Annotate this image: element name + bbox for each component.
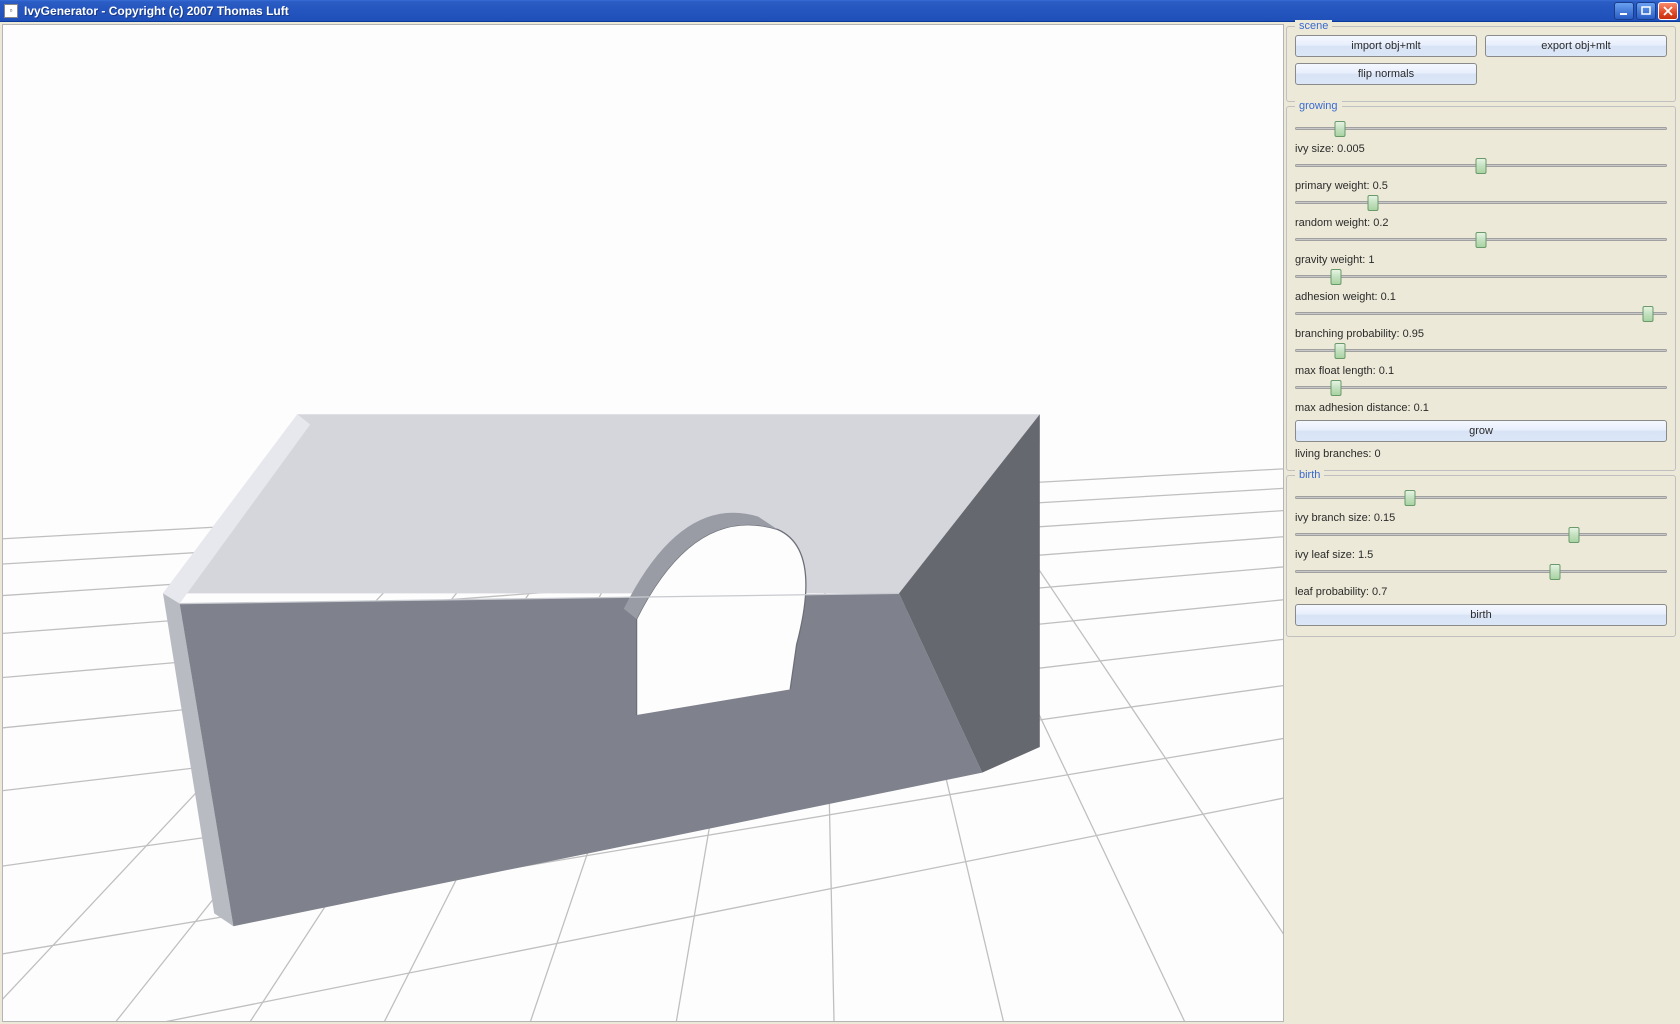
gravity-weight-label: gravity weight: 1: [1295, 254, 1667, 266]
close-button[interactable]: [1658, 2, 1678, 20]
window-title: IvyGenerator - Copyright (c) 2007 Thomas…: [24, 4, 289, 18]
ivy-leaf-size-label: ivy leaf size: 1.5: [1295, 549, 1667, 561]
content-area: scene import obj+mlt export obj+mlt flip…: [0, 22, 1680, 1024]
adhesion-weight-label: adhesion weight: 0.1: [1295, 291, 1667, 303]
ivy-branch-size-label: ivy branch size: 0.15: [1295, 512, 1667, 524]
primary-weight-slider[interactable]: [1295, 193, 1667, 211]
branching-prob-slider[interactable]: [1295, 341, 1667, 359]
ivy-size-slider[interactable]: [1295, 156, 1667, 174]
grow-button[interactable]: grow: [1295, 420, 1667, 442]
app-icon: ▫: [4, 4, 18, 18]
side-panel: scene import obj+mlt export obj+mlt flip…: [1286, 22, 1680, 1024]
title-bar: ▫ IvyGenerator - Copyright (c) 2007 Thom…: [0, 0, 1680, 22]
adhesion-weight-slider[interactable]: [1295, 304, 1667, 322]
living-branches-status: living branches: 0: [1295, 448, 1667, 460]
growing-group: growing ivy size: 0.005 primary weight: …: [1286, 106, 1676, 471]
maximize-button[interactable]: [1636, 2, 1656, 20]
3d-viewport[interactable]: [2, 24, 1284, 1022]
flip-normals-button[interactable]: flip normals: [1295, 63, 1477, 85]
scene-legend: scene: [1295, 20, 1332, 32]
leaf-probability-label: leaf probability: 0.7: [1295, 586, 1667, 598]
growing-legend: growing: [1295, 100, 1342, 112]
growing-slider-0[interactable]: [1295, 119, 1667, 137]
primary-weight-label: primary weight: 0.5: [1295, 180, 1667, 192]
minimize-button[interactable]: [1614, 2, 1634, 20]
max-float-length-label: max float length: 0.1: [1295, 365, 1667, 377]
import-obj-button[interactable]: import obj+mlt: [1295, 35, 1477, 57]
branching-prob-label: branching probability: 0.95: [1295, 328, 1667, 340]
ivy-size-label: ivy size: 0.005: [1295, 143, 1667, 155]
max-float-length-slider[interactable]: [1295, 378, 1667, 396]
birth-button[interactable]: birth: [1295, 604, 1667, 626]
ivy-leaf-size-slider[interactable]: [1295, 562, 1667, 580]
birth-group: birth ivy branch size: 0.15 ivy leaf siz…: [1286, 475, 1676, 637]
gravity-weight-slider[interactable]: [1295, 267, 1667, 285]
birth-slider-0[interactable]: [1295, 488, 1667, 506]
ivy-branch-size-slider[interactable]: [1295, 525, 1667, 543]
scene-group: scene import obj+mlt export obj+mlt flip…: [1286, 26, 1676, 102]
export-obj-button[interactable]: export obj+mlt: [1485, 35, 1667, 57]
random-weight-slider[interactable]: [1295, 230, 1667, 248]
birth-legend: birth: [1295, 469, 1324, 481]
max-adhesion-dist-label: max adhesion distance: 0.1: [1295, 402, 1667, 414]
random-weight-label: random weight: 0.2: [1295, 217, 1667, 229]
viewport-container: [0, 22, 1286, 1024]
